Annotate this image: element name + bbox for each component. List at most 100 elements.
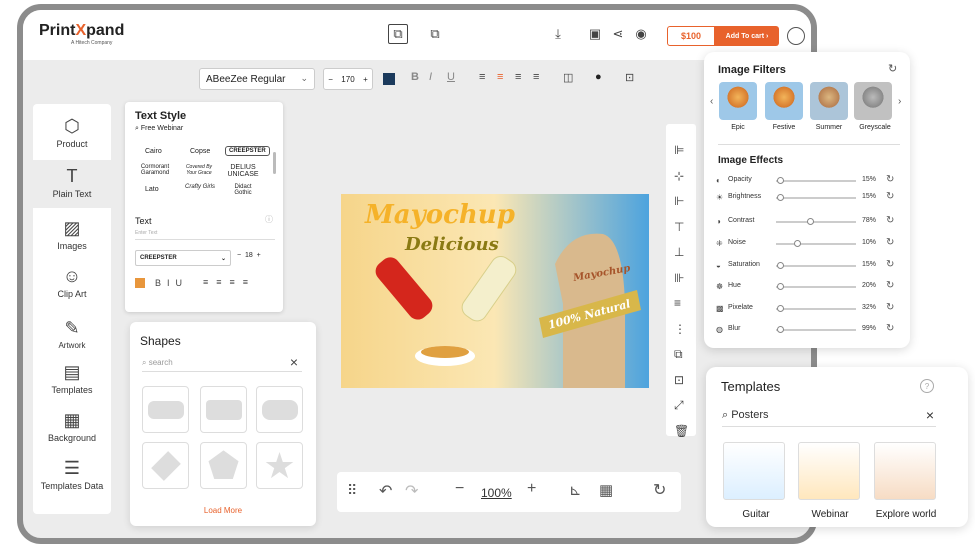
close-icon[interactable]: × bbox=[290, 354, 298, 370]
slider-knob[interactable] bbox=[806, 218, 814, 225]
text-format-buttons[interactable]: BIU bbox=[155, 278, 188, 288]
effect-slider[interactable] bbox=[776, 262, 856, 269]
align-right-icon[interactable]: ≡ bbox=[515, 71, 521, 83]
effect-slider[interactable] bbox=[776, 283, 856, 290]
align-center-icon[interactable]: ≡ bbox=[497, 71, 503, 83]
zoom-in-icon[interactable]: + bbox=[527, 480, 536, 498]
download-icon[interactable]: ⤓ bbox=[548, 24, 568, 44]
sidebar-item-clip-art[interactable]: ☺ Clip Art bbox=[33, 266, 111, 299]
font-size-stepper[interactable]: −170 + bbox=[323, 68, 373, 90]
sidebar-item-plain-text[interactable]: T Plain Text bbox=[33, 160, 111, 208]
shape-star[interactable]: ★ bbox=[256, 442, 303, 489]
next-arrow-icon[interactable]: › bbox=[898, 96, 901, 107]
font-option[interactable]: Cormorant Garamond bbox=[135, 164, 175, 176]
font-option[interactable]: Didact Gothic bbox=[230, 184, 256, 196]
effect-slider[interactable] bbox=[776, 240, 856, 247]
slider-knob[interactable] bbox=[777, 177, 784, 184]
font-option[interactable]: Copse bbox=[190, 148, 210, 155]
save-icon[interactable]: ▣ bbox=[585, 24, 605, 44]
minus-icon[interactable]: − bbox=[328, 75, 333, 84]
frame-icon[interactable]: ◫ bbox=[563, 71, 573, 84]
sidebar-item-templates[interactable]: ▤ Templates bbox=[33, 362, 111, 395]
grid-icon[interactable]: ▦ bbox=[599, 481, 613, 499]
reset-icon[interactable]: ↻ bbox=[886, 237, 894, 248]
add-to-cart-button[interactable]: Add To cart › bbox=[715, 26, 779, 46]
redo-icon[interactable]: ↷ bbox=[405, 481, 418, 501]
effect-slider[interactable] bbox=[776, 194, 856, 201]
info-icon[interactable]: ⓘ bbox=[265, 214, 273, 225]
color-palette-icon[interactable]: ● bbox=[595, 71, 602, 83]
sidebar-item-images[interactable]: ▨ Images bbox=[33, 218, 111, 251]
template-card-explore-world[interactable] bbox=[874, 442, 936, 500]
font-option[interactable]: Covered By Your Grace bbox=[181, 164, 217, 176]
effect-slider[interactable] bbox=[776, 326, 856, 333]
color-swatch[interactable] bbox=[383, 73, 395, 85]
shape-pentagon[interactable]: ⬟ bbox=[200, 442, 247, 489]
font-select[interactable]: CREEPSTER ⌄ bbox=[135, 250, 231, 266]
reset-icon[interactable]: ↻ bbox=[886, 259, 894, 270]
load-more-button[interactable]: Load More bbox=[130, 506, 316, 515]
slider-knob[interactable] bbox=[777, 262, 784, 269]
close-icon[interactable]: × bbox=[926, 407, 934, 423]
slider-knob[interactable] bbox=[777, 326, 784, 333]
sidebar-item-artwork[interactable]: ✎ Artwork bbox=[33, 318, 111, 350]
design-canvas[interactable]: Mayochup Delicious Mayochup 100% Natural bbox=[341, 194, 649, 388]
reset-icon[interactable]: ↻ bbox=[886, 323, 894, 334]
slider-knob[interactable] bbox=[793, 240, 801, 247]
underline-icon[interactable]: U bbox=[447, 71, 455, 83]
sidebar-item-templates-data[interactable]: ☰ Templates Data bbox=[33, 458, 111, 491]
shape-rounded-rect[interactable] bbox=[200, 386, 247, 433]
duplicate-icon[interactable]: ⧉ bbox=[425, 24, 445, 44]
align-justify-icon[interactable]: ≡ bbox=[533, 71, 539, 83]
filter-thumb-summer[interactable] bbox=[810, 82, 848, 120]
template-card-webinar[interactable] bbox=[798, 442, 860, 500]
shapes-search-input[interactable]: ⌕ search × bbox=[142, 354, 302, 372]
text-color-swatch[interactable] bbox=[135, 278, 145, 288]
shape-diamond[interactable] bbox=[142, 442, 189, 489]
ruler-icon[interactable]: ⊾ bbox=[569, 481, 582, 499]
sidebar-item-background[interactable]: ▦ Background bbox=[33, 410, 111, 443]
crop-icon[interactable]: ⊡ bbox=[625, 71, 634, 84]
help-icon[interactable]: ? bbox=[920, 379, 934, 393]
sidebar-item-product[interactable]: ⬡ Product bbox=[33, 116, 111, 149]
shape-badge[interactable] bbox=[142, 386, 189, 433]
filter-thumb-greyscale[interactable] bbox=[854, 82, 892, 120]
italic-icon[interactable]: I bbox=[429, 71, 432, 83]
reset-icon[interactable]: ↻ bbox=[886, 302, 894, 313]
refresh-icon[interactable]: ↻ bbox=[888, 62, 897, 75]
slider-knob[interactable] bbox=[777, 283, 784, 290]
reset-icon[interactable]: ↻ bbox=[886, 174, 894, 185]
effect-slider[interactable] bbox=[776, 218, 856, 225]
font-search[interactable]: ⌕ Free Webinar bbox=[135, 125, 183, 133]
effect-slider[interactable] bbox=[776, 177, 856, 184]
slider-knob[interactable] bbox=[777, 305, 784, 312]
zoom-out-icon[interactable]: − bbox=[455, 480, 464, 498]
font-option[interactable]: DELIUS UNICASE bbox=[223, 164, 263, 178]
align-tools[interactable]: ⊫ ⊹ ⊩ ⊤ ⊥ ⊪ ≡ ⋮ ⧉ ⊡ ⤢ 🗑 bbox=[674, 138, 689, 444]
shape-pill[interactable] bbox=[256, 386, 303, 433]
text-input[interactable]: Enter Text bbox=[135, 230, 275, 240]
reset-icon[interactable]: ↻ bbox=[886, 215, 894, 226]
drag-handle-icon[interactable]: ⠿ bbox=[347, 482, 357, 499]
filter-thumb-festive[interactable] bbox=[765, 82, 803, 120]
effect-slider[interactable] bbox=[776, 305, 856, 312]
font-option[interactable]: Cairo bbox=[145, 148, 162, 155]
align-left-icon[interactable]: ≡ bbox=[479, 71, 485, 83]
text-align-buttons[interactable]: ≡≡≡≡ bbox=[203, 277, 256, 287]
reset-icon[interactable]: ↻ bbox=[886, 191, 894, 202]
zoom-level[interactable]: 100% bbox=[481, 486, 512, 500]
template-card-guitar[interactable] bbox=[723, 442, 785, 500]
templates-search-input[interactable]: ⌕ Posters × bbox=[722, 407, 936, 427]
font-option[interactable]: Lato bbox=[145, 186, 159, 193]
prev-arrow-icon[interactable]: ‹ bbox=[710, 96, 713, 107]
plus-icon[interactable]: + bbox=[363, 75, 368, 84]
preview-icon[interactable]: ◉ bbox=[631, 24, 651, 44]
user-avatar[interactable] bbox=[787, 27, 805, 45]
filter-thumb-epic[interactable] bbox=[719, 82, 757, 120]
slider-knob[interactable] bbox=[777, 194, 784, 201]
size-stepper[interactable]: − 18 + bbox=[237, 252, 261, 259]
font-family-select[interactable]: ABeeZee Regular ⌄ bbox=[199, 68, 315, 90]
font-option-selected[interactable]: CREEPSTER bbox=[225, 146, 270, 156]
refresh-icon[interactable]: ↻ bbox=[653, 480, 666, 500]
logo[interactable]: PrintXpand bbox=[39, 22, 124, 40]
